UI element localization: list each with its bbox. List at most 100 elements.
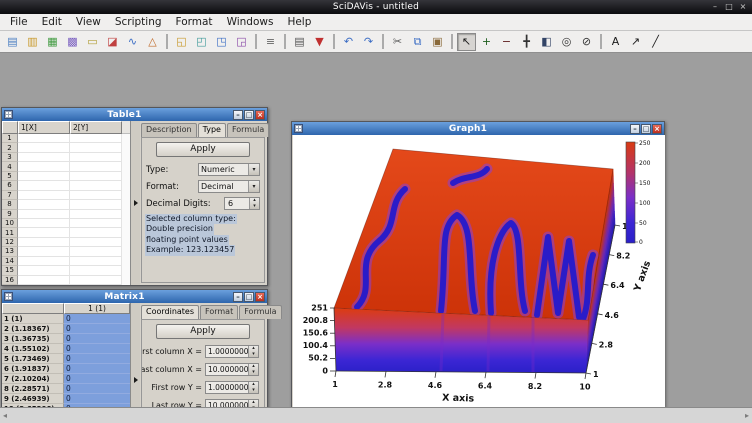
table-cell[interactable] <box>18 219 70 228</box>
matrix-cell[interactable]: 0 <box>64 314 130 324</box>
new-function-plot-button[interactable]: ∿ <box>123 33 142 51</box>
dropdown-arrow-icon[interactable]: ▾ <box>248 164 259 175</box>
table-cell[interactable] <box>18 143 70 152</box>
row-number[interactable]: 14 <box>2 257 18 266</box>
zoom-in-button[interactable]: + <box>477 33 496 51</box>
graph1-titlebar[interactable]: Graph1 – □ × <box>292 122 664 135</box>
menu-item[interactable]: View <box>69 15 108 29</box>
matrix-cell[interactable]: 0 <box>64 374 130 384</box>
minimize-button[interactable]: – <box>630 124 640 134</box>
table-cell[interactable] <box>18 266 70 275</box>
print-button[interactable]: ▤ <box>290 33 309 51</box>
table-cell[interactable] <box>70 219 122 228</box>
horizontal-scrollbar[interactable]: ◂ ▸ <box>0 407 752 423</box>
row-number[interactable]: 9 <box>2 210 18 219</box>
maximize-button[interactable]: □ <box>244 292 254 302</box>
type-combobox[interactable]: Numeric ▾ <box>198 163 260 176</box>
spin-down-icon[interactable]: ▾ <box>250 204 259 210</box>
row-number[interactable]: 11 <box>2 228 18 237</box>
table-cell[interactable] <box>70 162 122 171</box>
table-cell[interactable] <box>18 200 70 209</box>
import-ascii-button[interactable]: ≡ <box>261 33 280 51</box>
cut-button[interactable]: ✂ <box>388 33 407 51</box>
table-cell[interactable] <box>70 210 122 219</box>
table-cell[interactable] <box>18 191 70 200</box>
open-template-button[interactable]: ◰ <box>192 33 211 51</box>
data-reader-button[interactable]: ╋ <box>517 33 536 51</box>
table-cell[interactable] <box>18 257 70 266</box>
zoom-out-button[interactable]: − <box>497 33 516 51</box>
table-cell[interactable] <box>70 153 122 162</box>
new-table-button[interactable]: ▦ <box>43 33 62 51</box>
matrix-row-header[interactable]: 9 (2.46939) <box>2 394 64 404</box>
copy-button[interactable]: ⧉ <box>408 33 427 51</box>
draw-arrow-button[interactable]: ↗ <box>626 33 645 51</box>
table1-titlebar[interactable]: Table1 – □ × <box>2 108 267 121</box>
coordinate-spinbox[interactable]: 10.0000000 ▴ ▾ <box>205 363 259 376</box>
table-cell[interactable] <box>18 134 70 143</box>
close-button[interactable]: × <box>652 124 662 134</box>
row-number[interactable]: 4 <box>2 162 18 171</box>
row-number[interactable]: 3 <box>2 153 18 162</box>
matrix-cell[interactable]: 0 <box>64 354 130 364</box>
undo-button[interactable]: ↶ <box>339 33 358 51</box>
select-range-button[interactable]: ◧ <box>537 33 556 51</box>
spin-down-icon[interactable]: ▾ <box>249 388 258 394</box>
tab-description[interactable]: Description <box>141 123 197 137</box>
spin-down-icon[interactable]: ▾ <box>249 370 258 376</box>
row-number[interactable]: 13 <box>2 247 18 256</box>
maximize-button[interactable]: □ <box>641 124 651 134</box>
row-number[interactable]: 15 <box>2 266 18 275</box>
table-cell[interactable] <box>70 266 122 275</box>
matrix-cell[interactable]: 0 <box>64 384 130 394</box>
matrix-row-header[interactable]: 4 (1.55102) <box>2 344 64 354</box>
row-number[interactable]: 1 <box>2 134 18 143</box>
scroll-left-icon[interactable]: ◂ <box>3 411 7 420</box>
matrix-cell[interactable]: 0 <box>64 324 130 334</box>
table-cell[interactable] <box>18 238 70 247</box>
menu-item[interactable]: Edit <box>35 15 69 29</box>
scroll-right-icon[interactable]: ▸ <box>745 411 749 420</box>
panel-splitter[interactable] <box>131 303 140 423</box>
save-project-button[interactable]: ◳ <box>212 33 231 51</box>
table-corner-cell[interactable] <box>2 121 18 134</box>
decimal-digits-spinbox[interactable]: 6 ▴ ▾ <box>224 197 260 210</box>
dropdown-arrow-icon[interactable]: ▾ <box>248 181 259 192</box>
matrix-row-header[interactable]: 8 (2.28571) <box>2 384 64 394</box>
table-cell[interactable] <box>70 276 122 285</box>
table-cell[interactable] <box>70 257 122 266</box>
new-3d-surface-button[interactable]: △ <box>143 33 162 51</box>
open-project-button[interactable]: ◱ <box>172 33 191 51</box>
matrix-row-header[interactable]: 7 (2.10204) <box>2 374 64 384</box>
coordinate-spinbox[interactable]: 1.00000000 ▴ ▾ <box>205 345 259 358</box>
format-combobox[interactable]: Decimal ▾ <box>198 180 260 193</box>
move-points-button[interactable]: ◎ <box>557 33 576 51</box>
menu-item[interactable]: Format <box>169 15 220 29</box>
maximize-button[interactable]: □ <box>244 110 254 120</box>
remove-points-button[interactable]: ⊘ <box>577 33 596 51</box>
table-cell[interactable] <box>18 210 70 219</box>
tab-format[interactable]: Format <box>200 305 238 319</box>
add-text-button[interactable]: A <box>606 33 625 51</box>
table-cell[interactable] <box>18 228 70 237</box>
row-number[interactable]: 7 <box>2 191 18 200</box>
minimize-button[interactable]: – <box>233 110 243 120</box>
tab-formula[interactable]: Formula <box>227 123 269 137</box>
table-cell[interactable] <box>70 228 122 237</box>
table-cell[interactable] <box>18 276 70 285</box>
menu-item[interactable]: Windows <box>220 15 281 29</box>
close-button[interactable]: × <box>255 110 265 120</box>
row-number[interactable]: 16 <box>2 276 18 285</box>
table-cell[interactable] <box>70 143 122 152</box>
matrix-row-header[interactable]: 1 (1) <box>2 314 64 324</box>
column-header[interactable]: 2[Y] <box>70 121 122 134</box>
matrix-row-header[interactable]: 3 (1.36735) <box>2 334 64 344</box>
table-cell[interactable] <box>18 162 70 171</box>
row-number[interactable]: 6 <box>2 181 18 190</box>
table-cell[interactable] <box>70 191 122 200</box>
table-cell[interactable] <box>70 134 122 143</box>
app-maximize-button[interactable]: □ <box>724 2 734 12</box>
menu-item[interactable]: File <box>3 15 35 29</box>
matrix-cell[interactable]: 0 <box>64 334 130 344</box>
row-number[interactable]: 2 <box>2 143 18 152</box>
